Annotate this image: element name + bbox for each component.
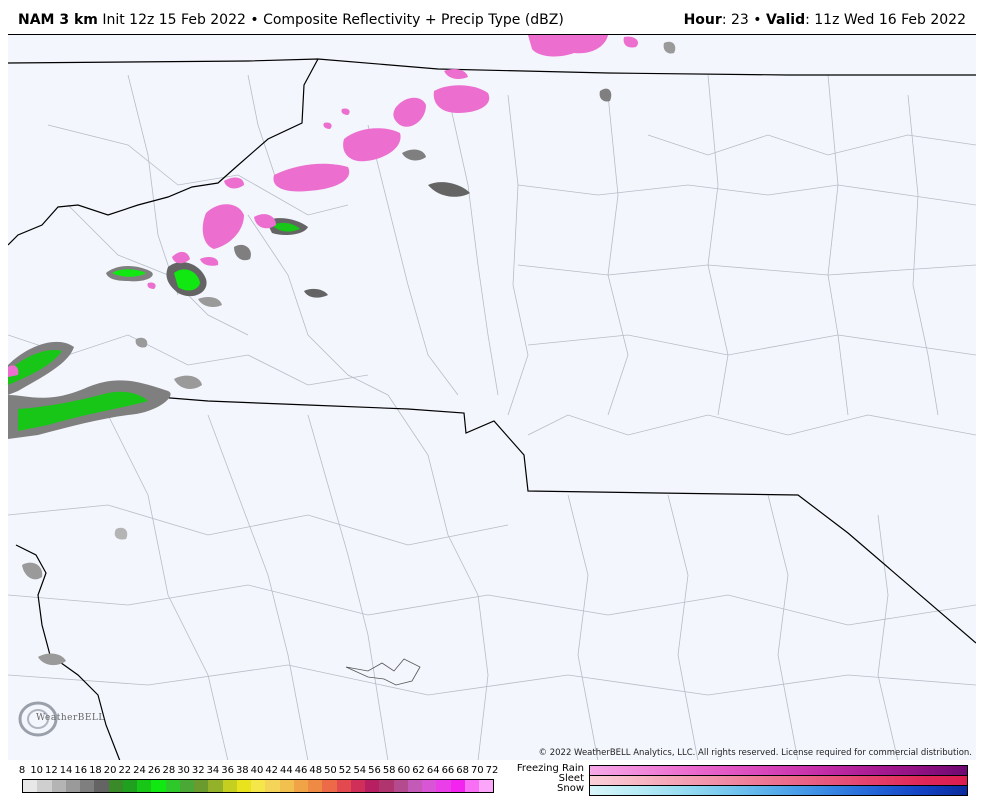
dbz-swatch	[422, 780, 437, 792]
dbz-swatch	[322, 780, 337, 792]
init-time: Init 12z 15 Feb 2022	[102, 12, 246, 28]
ptype-color-bar	[589, 775, 968, 785]
dbz-swatch	[236, 780, 251, 792]
hour-value: : 23	[721, 12, 749, 28]
dbz-swatch	[108, 780, 123, 792]
map-canvas	[8, 35, 976, 761]
dbz-swatch	[37, 780, 52, 792]
valid-time-title: Hour: 23 • Valid: 11z Wed 16 Feb 2022	[684, 12, 966, 28]
precip-freezing-rain-echoes	[8, 35, 639, 377]
dbz-swatch	[450, 780, 465, 792]
dbz-swatch	[379, 780, 394, 792]
dbz-swatch	[80, 780, 95, 792]
dbz-tick-label: 72	[485, 765, 499, 776]
precip-snow-echoes	[8, 41, 676, 666]
dbz-swatch	[23, 780, 38, 792]
ptype-color-bar	[589, 765, 968, 775]
dbz-swatch	[151, 780, 166, 792]
dbz-swatch	[436, 780, 451, 792]
header: NAM 3 km Init 12z 15 Feb 2022 • Composit…	[0, 0, 984, 34]
dbz-swatch	[179, 780, 194, 792]
dbz-swatch	[336, 780, 351, 792]
dbz-swatch	[137, 780, 152, 792]
dbz-swatch	[393, 780, 408, 792]
ptype-label: Snow	[557, 783, 584, 794]
product-name: Composite Reflectivity + Precip Type (dB…	[263, 12, 564, 28]
logo-text: WeatherBELL	[36, 713, 105, 723]
dbz-swatch	[365, 780, 380, 792]
dbz-swatch	[65, 780, 80, 792]
lake-outline	[345, 658, 421, 686]
dbz-swatch	[94, 780, 109, 792]
dbz-swatch	[222, 780, 237, 792]
ptype-color-bar	[589, 785, 968, 796]
valid-value: : 11z Wed 16 Feb 2022	[805, 12, 966, 28]
dbz-swatch	[251, 780, 266, 792]
valid-label: Valid	[765, 12, 806, 28]
dbz-color-bar	[22, 779, 494, 793]
model-name: NAM 3 km	[18, 12, 98, 28]
dbz-swatch	[165, 780, 180, 792]
county-lines	[8, 74, 976, 761]
reflectivity-map[interactable]: WeatherBELL © 2022 WeatherBELL Analytics…	[8, 34, 976, 761]
dbz-swatch	[464, 780, 479, 792]
dbz-swatch	[122, 780, 137, 792]
dbz-swatch	[479, 780, 494, 792]
dbz-swatch	[279, 780, 294, 792]
dbz-swatch	[208, 780, 223, 792]
dbz-swatch	[194, 780, 209, 792]
weatherbell-logo: WeatherBELL	[14, 697, 104, 745]
dbz-swatch	[350, 780, 365, 792]
dbz-swatch	[407, 780, 422, 792]
color-legend: 8 10 12 14 16 18 20 22 24 26 28 30 32 34 36 38 40 42 44 46 4…	[0, 760, 984, 808]
dbz-swatch	[51, 780, 66, 792]
title-separator-right: •	[753, 12, 762, 28]
dbz-swatch	[293, 780, 308, 792]
hour-label: Hour	[683, 12, 722, 28]
model-title: NAM 3 km Init 12z 15 Feb 2022 • Composit…	[18, 12, 564, 28]
copyright-notice: © 2022 WeatherBELL Analytics, LLC. All r…	[538, 748, 972, 758]
dbz-swatch	[308, 780, 323, 792]
dbz-swatch	[265, 780, 280, 792]
title-separator: •	[250, 12, 259, 28]
state-borders	[8, 58, 976, 761]
